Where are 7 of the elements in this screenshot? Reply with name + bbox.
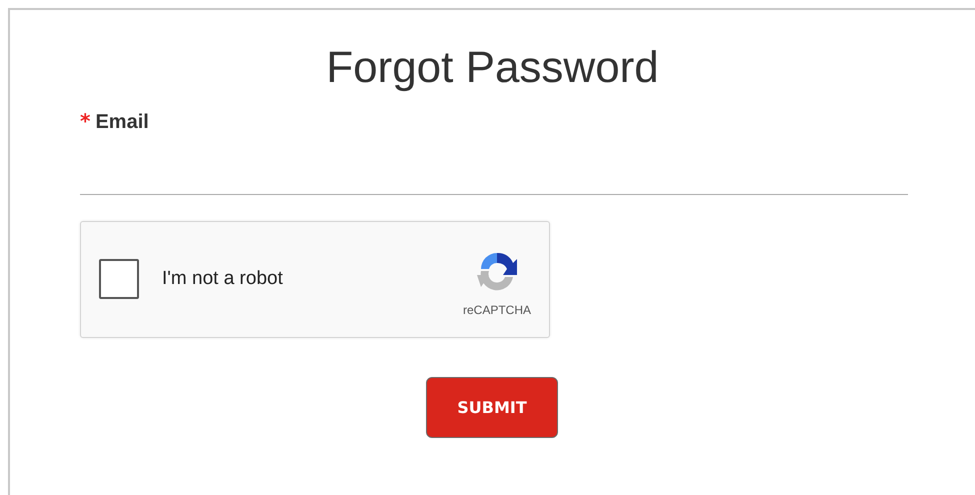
email-label: Email	[95, 110, 149, 134]
captcha-label: I'm not a robot	[162, 268, 284, 290]
required-asterisk: *	[80, 108, 90, 133]
submit-button[interactable]: SUBMIT	[426, 376, 558, 438]
captcha-checkbox[interactable]	[99, 259, 139, 300]
page-title: Forgot Password	[325, 42, 660, 94]
recaptcha-brand-text: reCAPTCHA	[462, 303, 531, 318]
